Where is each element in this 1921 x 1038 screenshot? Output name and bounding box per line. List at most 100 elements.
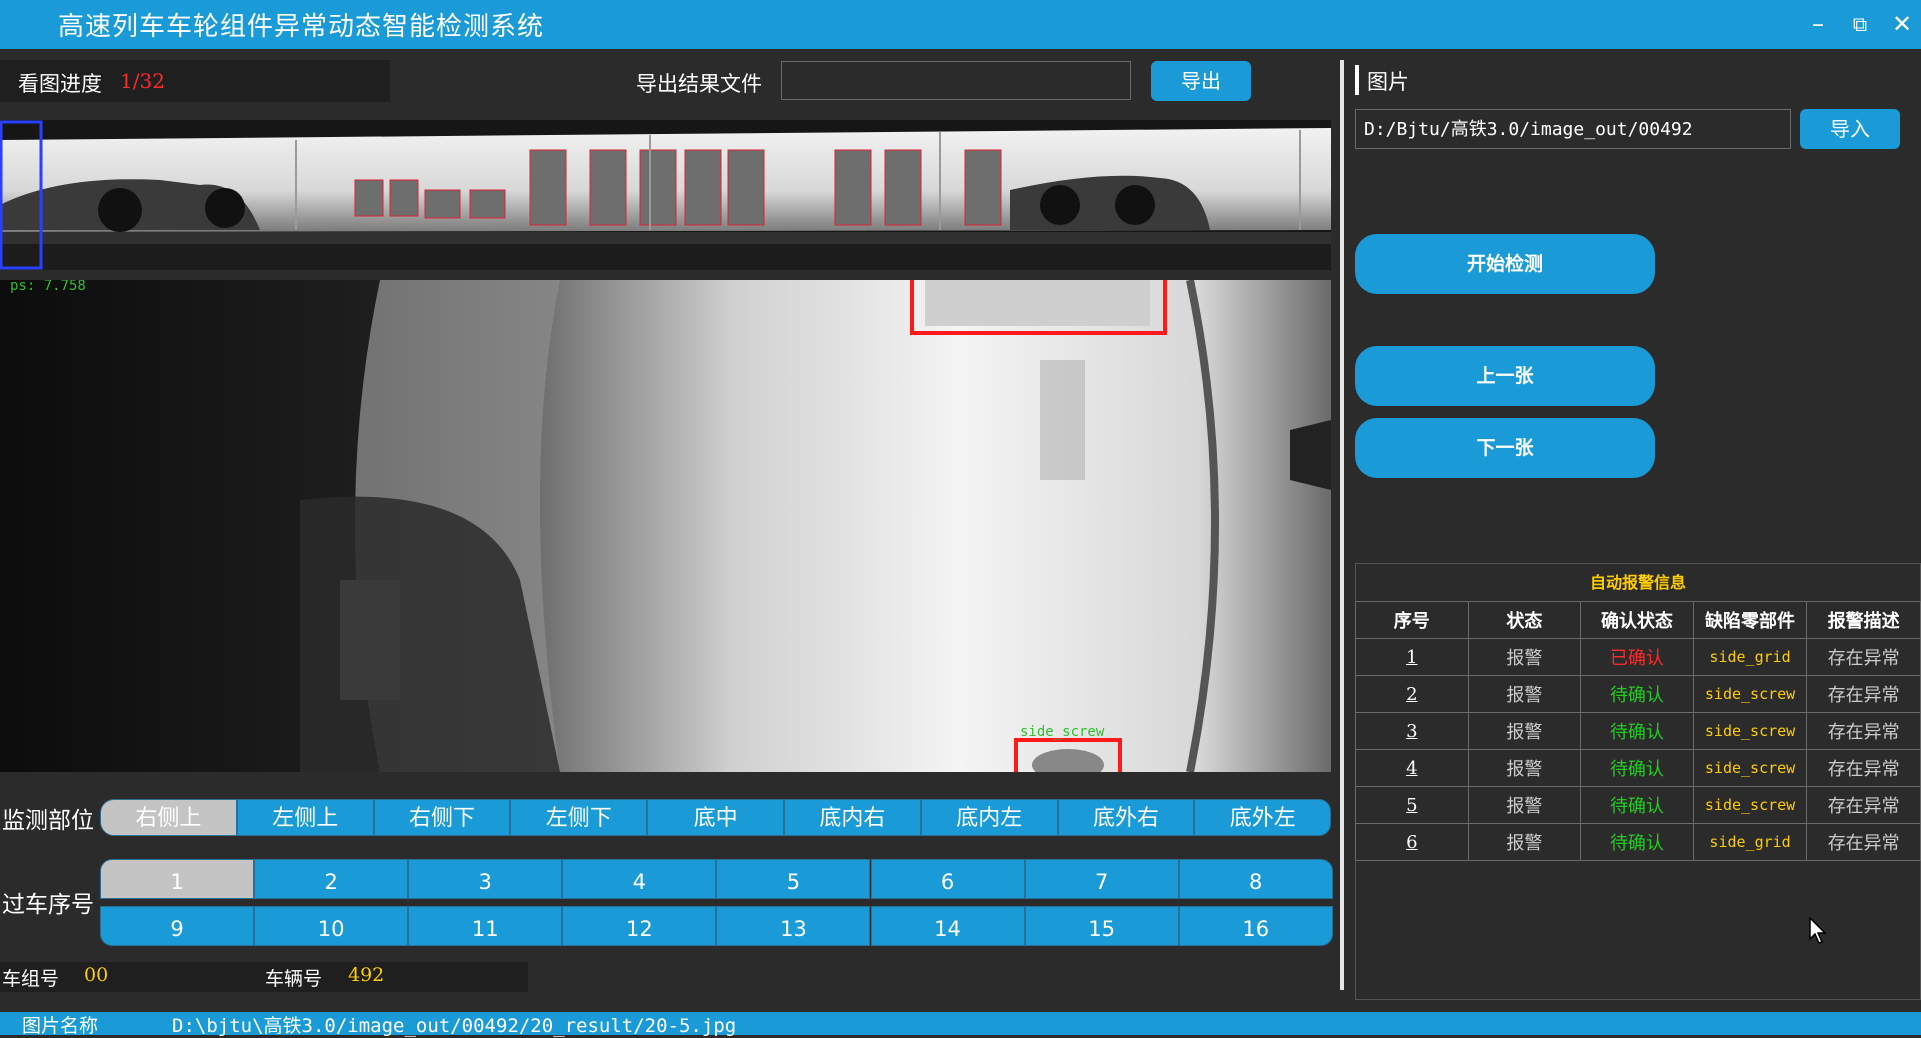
alert-idx[interactable]: 4	[1355, 749, 1469, 787]
alert-desc: 存在异常	[1806, 675, 1921, 713]
group-label: 车组号	[2, 968, 60, 990]
app-title: 高速列车车轮组件异常动态智能检测系统	[58, 12, 545, 42]
next-image-button[interactable]: 下一张	[1355, 418, 1655, 478]
pass-seq-button[interactable]: 14	[870, 906, 1025, 946]
position-tab[interactable]: 右侧下	[373, 799, 511, 836]
alert-row[interactable]: 4 报警 待确认 side_screw 存在异常	[1355, 749, 1921, 787]
export-button[interactable]: 导出	[1151, 61, 1251, 101]
detection-image[interactable]: ps: 7.758 side_screw	[0, 280, 1331, 772]
start-detect-button[interactable]: 开始检测	[1355, 234, 1655, 294]
alert-confirm: 待确认	[1580, 749, 1694, 787]
alert-status: 报警	[1467, 786, 1582, 824]
position-tab[interactable]: 底内左	[920, 799, 1058, 836]
alert-part: side_screw	[1692, 786, 1808, 824]
pass-seq-button[interactable]: 8	[1178, 859, 1333, 899]
progress-label: 看图进度	[18, 72, 102, 96]
pass-seq-button[interactable]: 9	[100, 906, 255, 946]
position-tab[interactable]: 底中	[647, 799, 784, 836]
alert-row[interactable]: 6 报警 待确认 side_grid 存在异常	[1355, 823, 1921, 861]
alert-idx[interactable]: 6	[1355, 823, 1469, 861]
close-icon[interactable]: ✕	[1884, 6, 1920, 42]
pass-seq-button[interactable]: 3	[408, 859, 563, 899]
picture-label: 图片	[1367, 70, 1409, 94]
export-file-input[interactable]	[781, 61, 1131, 100]
alert-row[interactable]: 2 报警 待确认 side_screw 存在异常	[1355, 675, 1921, 713]
pass-seq-button[interactable]: 7	[1024, 859, 1179, 899]
alert-confirm: 待确认	[1580, 823, 1694, 861]
header-part: 缺陷零部件	[1692, 601, 1808, 639]
alert-desc: 存在异常	[1806, 749, 1921, 787]
pass-seq-button[interactable]: 11	[408, 906, 563, 946]
export-label: 导出结果文件	[636, 72, 762, 96]
header-idx: 序号	[1355, 601, 1469, 639]
pass-seq-button[interactable]: 12	[562, 906, 717, 946]
alert-row[interactable]: 1 报警 已确认 side_grid 存在异常	[1355, 638, 1921, 676]
image-name-label: 图片名称	[22, 1015, 99, 1037]
alert-table: 序号 状态 确认状态 缺陷零部件 报警描述 1 报警 已确认 side_grid 存在异…	[1355, 601, 1921, 861]
group-value: 00	[84, 964, 109, 986]
monitor-position-label: 监测部位	[2, 808, 94, 834]
alert-status: 报警	[1467, 823, 1582, 861]
alert-header-row: 序号 状态 确认状态 缺陷零部件 报警描述	[1355, 601, 1921, 639]
alert-idx[interactable]: 2	[1355, 675, 1469, 713]
image-top-text: ps: 7.758	[10, 280, 86, 294]
pass-seq-button[interactable]: 4	[562, 859, 717, 899]
image-path-input[interactable]: D:/Bjtu/高铁3.0/image_out/00492	[1355, 109, 1791, 149]
position-tab[interactable]: 左侧上	[236, 799, 374, 836]
alert-part: side_screw	[1692, 749, 1808, 787]
alert-title: 自动报警信息	[1589, 573, 1686, 592]
alert-status: 报警	[1467, 675, 1582, 713]
alert-confirm: 待确认	[1580, 675, 1694, 713]
minimize-icon[interactable]: –	[1800, 6, 1836, 42]
alert-part: side_screw	[1692, 712, 1808, 750]
restore-icon[interactable]: ⧉	[1842, 6, 1878, 42]
pass-seq-button[interactable]: 2	[254, 859, 409, 899]
alert-desc: 存在异常	[1806, 823, 1921, 861]
alert-status: 报警	[1467, 638, 1582, 676]
position-tab[interactable]: 底外左	[1194, 799, 1332, 836]
prev-image-button[interactable]: 上一张	[1355, 346, 1655, 406]
header-confirm: 确认状态	[1580, 601, 1694, 639]
alert-part: side_grid	[1692, 638, 1808, 676]
alert-row[interactable]: 3 报警 待确认 side_screw 存在异常	[1355, 712, 1921, 750]
alert-desc: 存在异常	[1806, 638, 1921, 676]
vehicle-value: 492	[348, 964, 385, 986]
pass-seq-button[interactable]: 1	[100, 859, 255, 899]
import-button[interactable]: 导入	[1800, 109, 1900, 149]
pass-seq-button[interactable]: 16	[1178, 906, 1333, 946]
cursor-icon	[1809, 916, 1829, 949]
position-tab[interactable]: 底外右	[1057, 799, 1195, 836]
alert-idx[interactable]: 3	[1355, 712, 1469, 750]
alert-row[interactable]: 5 报警 待确认 side_screw 存在异常	[1355, 786, 1921, 824]
position-tab[interactable]: 底内右	[784, 799, 921, 836]
train-overview-image[interactable]	[0, 120, 1331, 270]
panel-divider	[1340, 60, 1344, 990]
pass-seq-button[interactable]: 13	[716, 906, 871, 946]
alert-idx[interactable]: 5	[1355, 786, 1469, 824]
progress-value: 1/32	[120, 69, 165, 93]
alert-part: side_screw	[1692, 675, 1808, 713]
pass-seq-button[interactable]: 5	[716, 859, 871, 899]
alert-desc: 存在异常	[1806, 786, 1921, 824]
alert-confirm: 待确认	[1580, 786, 1694, 824]
alert-confirm: 待确认	[1580, 712, 1694, 750]
vehicle-label: 车辆号	[265, 968, 323, 990]
image-name-value: D:\bjtu\高铁3.0/image_out/00492/20_result/…	[172, 1015, 737, 1037]
position-tab[interactable]: 左侧下	[510, 799, 648, 836]
section-marker	[1355, 65, 1359, 95]
pass-seq-button[interactable]: 6	[870, 859, 1025, 899]
detection-label: side_screw	[1020, 724, 1105, 740]
pass-seq-button[interactable]: 15	[1024, 906, 1179, 946]
header-desc: 报警描述	[1806, 601, 1921, 639]
alert-status: 报警	[1467, 749, 1582, 787]
alert-part: side_grid	[1692, 823, 1808, 861]
pass-seq-button[interactable]: 10	[254, 906, 409, 946]
alert-status: 报警	[1467, 712, 1582, 750]
position-tab[interactable]: 右侧上	[100, 799, 237, 836]
alert-confirm: 已确认	[1580, 638, 1694, 676]
alert-desc: 存在异常	[1806, 712, 1921, 750]
alert-idx[interactable]: 1	[1355, 638, 1469, 676]
pass-seq-label: 过车序号	[2, 892, 94, 918]
vehicle-info-bar	[0, 962, 528, 992]
header-status: 状态	[1467, 601, 1582, 639]
